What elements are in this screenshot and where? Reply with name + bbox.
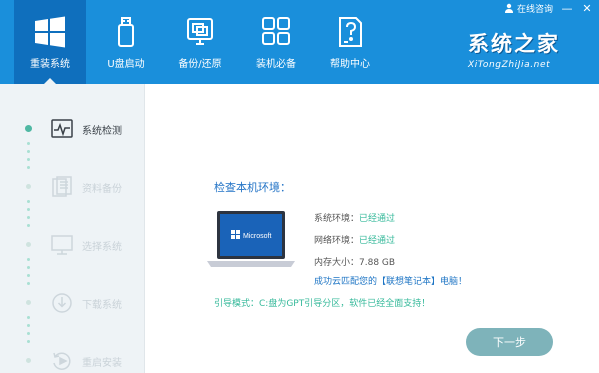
boot-mode-message: 引导模式：C:盘为GPT引导分区，软件已经全面支持！: [214, 299, 431, 309]
check-row-system: 系统环境：已经通过: [314, 208, 395, 230]
microsoft-logo-text: Microsoft: [243, 233, 271, 240]
online-consult-link[interactable]: 在线咨询: [517, 2, 553, 15]
step-restart-install[interactable]: 重启安装: [0, 346, 145, 373]
main-panel: 检查本机环境： Microsoft 系统环境：已经通过 网络环境：已经通过 内存…: [146, 84, 599, 373]
section-title: 检查本机环境：: [214, 181, 291, 194]
nav-essentials[interactable]: 装机必备: [240, 0, 312, 84]
minimize-icon[interactable]: —: [561, 2, 573, 14]
nav-label: 帮助中心: [330, 59, 370, 70]
step-indicator-dot: [25, 125, 32, 132]
brand-title: 系统之家: [468, 31, 560, 56]
laptop-illustration: Microsoft: [207, 211, 295, 267]
check-row-network: 网络环境：已经通过: [314, 230, 395, 252]
nav-label: U盘启动: [107, 59, 145, 70]
step-indicator-dot: [26, 184, 31, 189]
brand-subtitle: XiTongZhiJia.net: [468, 60, 551, 70]
check-value: 已经通过: [359, 214, 396, 224]
match-success-message: 成功云匹配您的【联想笔记本】电脑！: [314, 277, 468, 287]
step-system-check[interactable]: 系统检测: [0, 114, 145, 144]
backup-restore-icon: [187, 18, 213, 45]
step-data-backup[interactable]: 资料备份: [0, 172, 145, 202]
step-label: 系统检测: [82, 126, 122, 137]
user-icon: [504, 3, 513, 13]
step-label: 选择系统: [82, 242, 122, 253]
environment-check-list: 系统环境：已经通过 网络环境：已经通过 内存大小：7.88 GB: [314, 208, 395, 274]
check-value: 7.88 GB: [359, 258, 396, 268]
download-icon: [52, 293, 72, 313]
step-connector: [27, 258, 30, 290]
nav-backup-restore[interactable]: 备份/还原: [162, 0, 238, 84]
nav-usb-boot[interactable]: U盘启动: [90, 0, 162, 84]
step-indicator-dot: [26, 242, 31, 247]
apps-grid-icon: [262, 17, 290, 45]
next-step-button[interactable]: 下一步: [466, 328, 553, 356]
desktop-icon: [51, 235, 73, 255]
step-label: 资料备份: [82, 184, 122, 195]
step-label: 下载系统: [82, 300, 122, 311]
nav-label: 装机必备: [256, 59, 296, 70]
documents-icon: [52, 176, 72, 197]
monitor-pulse-icon: [51, 119, 73, 138]
close-icon[interactable]: ✕: [581, 2, 593, 14]
step-connector: [27, 142, 30, 174]
check-label: 系统环境：: [314, 214, 360, 224]
nav-help-center[interactable]: 帮助中心: [314, 0, 386, 84]
check-label: 内存大小：: [314, 258, 360, 268]
brand-logo: 系统之家 XiTongZhiJia.net: [468, 28, 578, 70]
step-connector: [27, 316, 30, 348]
window-controls: 在线咨询 — ✕: [504, 0, 593, 16]
check-row-memory: 内存大小：7.88 GB: [314, 252, 395, 274]
step-indicator-dot: [26, 358, 31, 363]
steps-sidebar: 系统检测 资料备份 选择系统 下载系统 重启安装: [0, 84, 145, 373]
check-label: 网络环境：: [314, 236, 360, 246]
step-download-system[interactable]: 下载系统: [0, 288, 145, 318]
restart-icon: [53, 352, 71, 370]
nav-label: 重装系统: [30, 59, 70, 70]
step-label: 重启安装: [82, 358, 122, 369]
nav-label: 备份/还原: [178, 59, 222, 70]
nav-reinstall-system[interactable]: 重装系统: [14, 0, 86, 84]
step-select-system[interactable]: 选择系统: [0, 230, 145, 260]
step-connector: [27, 200, 30, 232]
step-indicator-dot: [26, 300, 31, 305]
usb-drive-icon: [118, 17, 134, 47]
help-document-icon: [339, 17, 362, 47]
check-value: 已经通过: [359, 236, 396, 246]
windows-logo-icon: [35, 16, 65, 48]
header-bar: 重装系统 U盘启动 备份/还原 装机必备 帮助中心 在线咨询 — ✕ 系统之家 …: [0, 0, 599, 84]
